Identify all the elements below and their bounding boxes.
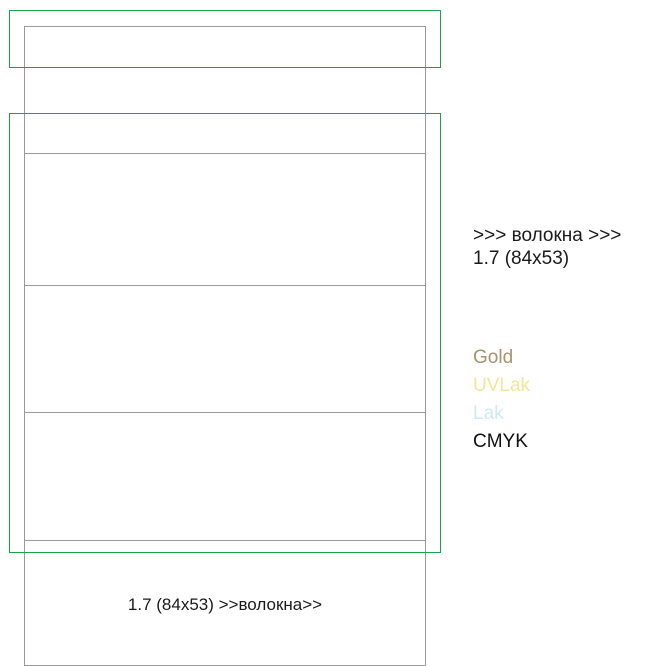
guide-frame-main bbox=[9, 113, 441, 553]
legend-item-gold: Gold bbox=[473, 347, 514, 368]
guide-frame-top bbox=[9, 10, 441, 68]
side-label-line2: 1.7 (84x53) bbox=[473, 248, 570, 269]
legend-item-uvlak: UVLak bbox=[473, 375, 531, 396]
legend-item-cmyk: CMYK bbox=[473, 431, 528, 452]
footer-label: 1.7 (84x53) >>волокна>> bbox=[127, 595, 323, 614]
color-legend: Gold UVLak Lak CMYK bbox=[473, 344, 530, 456]
side-label-line1: >>> волокна >>> bbox=[473, 225, 622, 246]
legend-item-lak: Lak bbox=[473, 403, 504, 424]
